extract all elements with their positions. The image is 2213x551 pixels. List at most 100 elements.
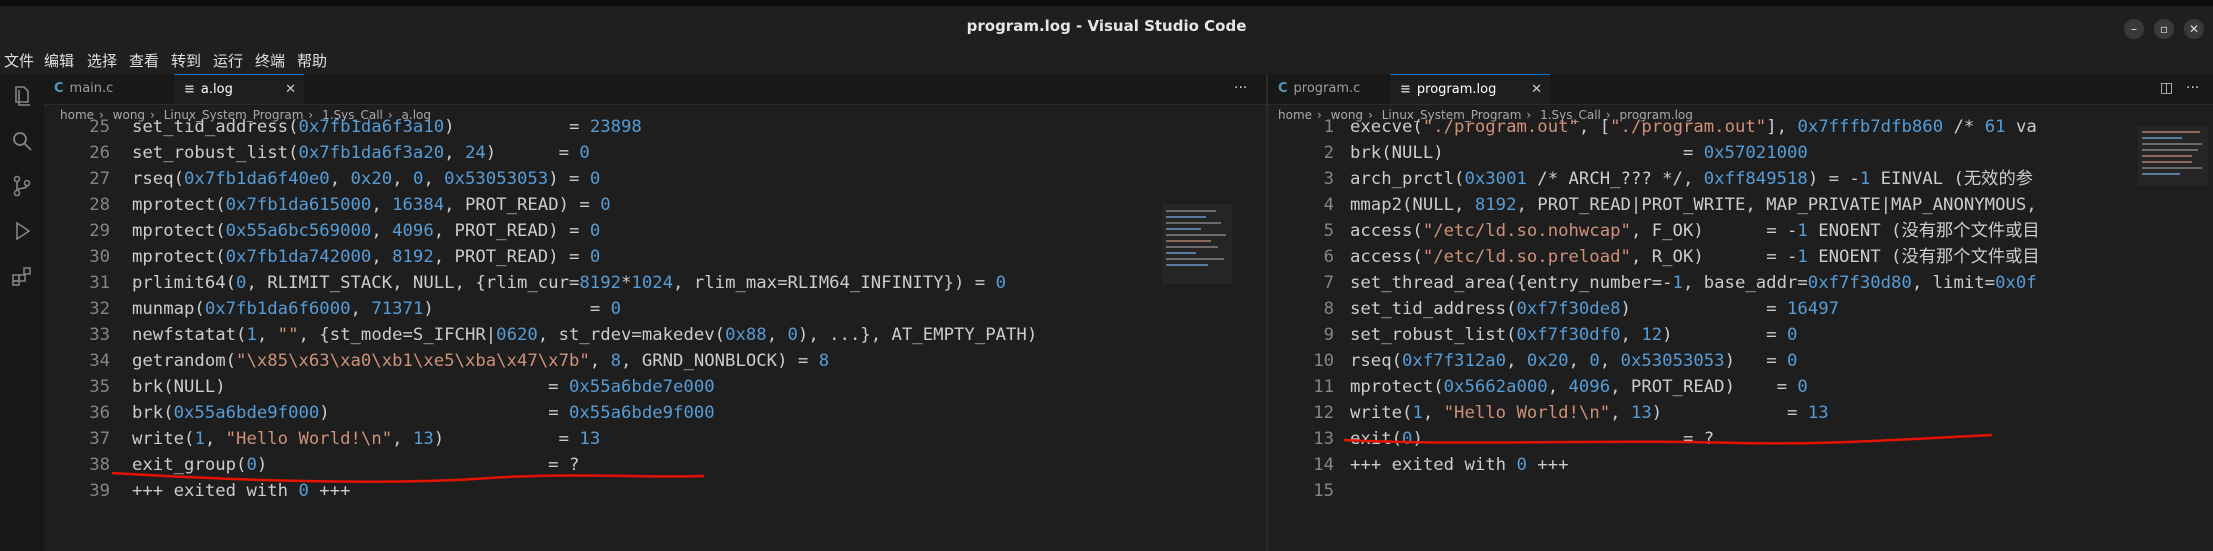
number-token: 8192 bbox=[579, 273, 622, 293]
tab-label: main.c bbox=[69, 81, 114, 96]
vertical-scrollbar[interactable] bbox=[1254, 126, 1266, 551]
text-token: , GRND_NONBLOCK) = bbox=[621, 351, 819, 371]
more-actions-icon[interactable]: ··· bbox=[1234, 80, 1247, 96]
text-token: ) = bbox=[485, 143, 580, 163]
text-token: , bbox=[371, 195, 393, 215]
text-token: , PROT_READ) = bbox=[1610, 377, 1798, 397]
line-text: +++ exited with 0 +++ bbox=[1350, 452, 1569, 478]
number-token: 1 bbox=[1797, 221, 1808, 241]
line-text: arch_prctl(0x3001 /* ARCH_??? */, 0xff84… bbox=[1350, 166, 2033, 192]
text-token: , bbox=[1422, 403, 1444, 423]
line-text: getrandom("\x85\x63\xa0\xb1\xe5\xba\x47\… bbox=[132, 348, 829, 374]
number-token: 0x55a6bde9f000 bbox=[569, 403, 715, 423]
number-token: 0x55a6bde7e000 bbox=[568, 377, 715, 397]
line-text: newfstatat(1, "", {st_mode=S_IFCHR|0620,… bbox=[132, 322, 1037, 348]
text-token: , R_OK) = - bbox=[1630, 247, 1798, 267]
text-token: , bbox=[392, 169, 413, 189]
minimize-icon[interactable]: – bbox=[2124, 19, 2144, 39]
c-file-icon: C bbox=[54, 81, 64, 96]
code-line: 2 brk(NULL) = 0x57021000 bbox=[1268, 140, 2213, 166]
menu-edit[interactable]: 编辑 bbox=[44, 48, 74, 74]
code-line: 13 exit(0) = ? bbox=[1268, 426, 2213, 452]
line-number: 8 bbox=[1323, 299, 1334, 319]
text-token: ], bbox=[1766, 117, 1798, 137]
tab-main-c[interactable]: Cmain.c bbox=[44, 74, 174, 104]
explorer-icon[interactable] bbox=[10, 84, 34, 108]
number-token: 0x3001 bbox=[1464, 169, 1527, 189]
run-debug-icon[interactable] bbox=[10, 219, 34, 243]
text-token: /* bbox=[1943, 117, 1985, 137]
extensions-icon[interactable] bbox=[10, 264, 34, 288]
tab-program-log[interactable]: ≡ program.log ✕ bbox=[1390, 74, 1550, 104]
close-icon[interactable]: ✕ bbox=[2184, 19, 2204, 39]
number-token: 0 bbox=[589, 169, 601, 189]
number-token: 8192 bbox=[392, 247, 434, 267]
text-token: access( bbox=[1350, 247, 1423, 267]
text-token: ) = bbox=[548, 169, 590, 189]
line-number: 30 bbox=[89, 247, 110, 267]
code-line: 9 set_robust_list(0xf7f30df0, 12) = 0 bbox=[1268, 322, 2213, 348]
text-token: EINVAL (无效的参 bbox=[1870, 169, 2034, 189]
more-actions-icon[interactable]: ··· bbox=[2186, 80, 2199, 96]
string-token: "./program.out" bbox=[1422, 117, 1579, 137]
right-editor-group: Cprogram.c ≡ program.log ✕ ◫ ··· home › wo… bbox=[1268, 74, 2213, 551]
line-number: 34 bbox=[89, 351, 110, 371]
line-number: 9 bbox=[1323, 325, 1334, 345]
line-number: 6 bbox=[1323, 247, 1334, 267]
code-line: 37 write(1, "Hello World!\n", 13) = 13 bbox=[44, 426, 1266, 452]
search-icon[interactable] bbox=[10, 129, 34, 153]
code-area[interactable]: 1 execve("./program.out", ["./program.out… bbox=[1268, 117, 2213, 551]
line-number: 13 bbox=[1313, 429, 1334, 449]
close-tab-icon[interactable]: ✕ bbox=[285, 75, 296, 105]
minimap[interactable] bbox=[2138, 126, 2208, 186]
number-token: 0xf7f30d80 bbox=[1807, 273, 1912, 293]
tab-a-log[interactable]: ≡ a.log ✕ bbox=[174, 74, 304, 104]
string-token: "Hello World!\n" bbox=[225, 429, 393, 449]
line-number: 33 bbox=[89, 325, 110, 345]
text-token: ) = ? bbox=[1412, 429, 1715, 449]
text-token: exit( bbox=[1350, 429, 1403, 449]
text-token: brk(NULL) = bbox=[132, 377, 569, 397]
close-tab-icon[interactable]: ✕ bbox=[1531, 75, 1542, 105]
number-token: 0x7fb1da615000 bbox=[225, 195, 372, 215]
number-token: 0x55a6bde9f000 bbox=[173, 403, 320, 423]
number-token: 0 bbox=[787, 325, 798, 345]
menu-go[interactable]: 转到 bbox=[171, 48, 201, 74]
split-editor-icon[interactable]: ◫ bbox=[2160, 80, 2173, 96]
source-control-icon[interactable] bbox=[10, 174, 34, 198]
menu-selection[interactable]: 选择 bbox=[87, 48, 117, 74]
text-token: , bbox=[1599, 351, 1621, 371]
number-token: 0x7fb1da742000 bbox=[225, 247, 372, 267]
menu-help[interactable]: 帮助 bbox=[297, 48, 327, 74]
number-token: 61 bbox=[1984, 117, 2006, 137]
tab-label: a.log bbox=[200, 82, 233, 97]
menu-view[interactable]: 查看 bbox=[129, 48, 159, 74]
line-number: 27 bbox=[89, 169, 110, 189]
menu-terminal[interactable]: 终端 bbox=[255, 48, 285, 74]
tab-program-c[interactable]: Cprogram.c bbox=[1268, 74, 1390, 104]
line-text: prlimit64(0, RLIMIT_STACK, NULL, {rlim_c… bbox=[132, 270, 1006, 296]
menu-run[interactable]: 运行 bbox=[213, 48, 243, 74]
code-line: 25 set_tid_address(0x7fb1da6f3a10) = 2389… bbox=[44, 114, 1266, 140]
code-line: 31 prlimit64(0, RLIMIT_STACK, NULL, {rlim… bbox=[44, 270, 1266, 296]
minimap[interactable] bbox=[1162, 204, 1232, 284]
line-number: 5 bbox=[1323, 221, 1334, 241]
number-token: 0x7fb1da6f3a10 bbox=[298, 117, 445, 137]
maximize-icon[interactable]: ▫ bbox=[2154, 19, 2174, 39]
menu-file[interactable]: 文件 bbox=[4, 48, 34, 74]
text-token: set_robust_list( bbox=[132, 143, 299, 163]
number-token: 0x57021000 bbox=[1703, 143, 1808, 163]
text-token: * bbox=[621, 273, 632, 293]
number-token: 0 bbox=[610, 299, 622, 319]
text-token: , {st_mode=S_IFCHR| bbox=[298, 325, 497, 345]
code-line: 4 mmap2(NULL, 8192, PROT_READ|PROT_WRITE,… bbox=[1268, 192, 2213, 218]
code-area[interactable]: 25 set_tid_address(0x7fb1da6f3a10) = 2389… bbox=[44, 117, 1266, 551]
number-token: 0 bbox=[600, 195, 611, 215]
number-token: 0 bbox=[589, 247, 601, 267]
code-line: 15 bbox=[1268, 478, 2213, 504]
text-token: ) = - bbox=[1807, 169, 1860, 189]
tab-label: program.log bbox=[1416, 82, 1497, 97]
c-file-icon: C bbox=[1278, 81, 1288, 96]
text-token: newfstatat( bbox=[132, 325, 247, 345]
number-token: 4096 bbox=[392, 221, 434, 241]
